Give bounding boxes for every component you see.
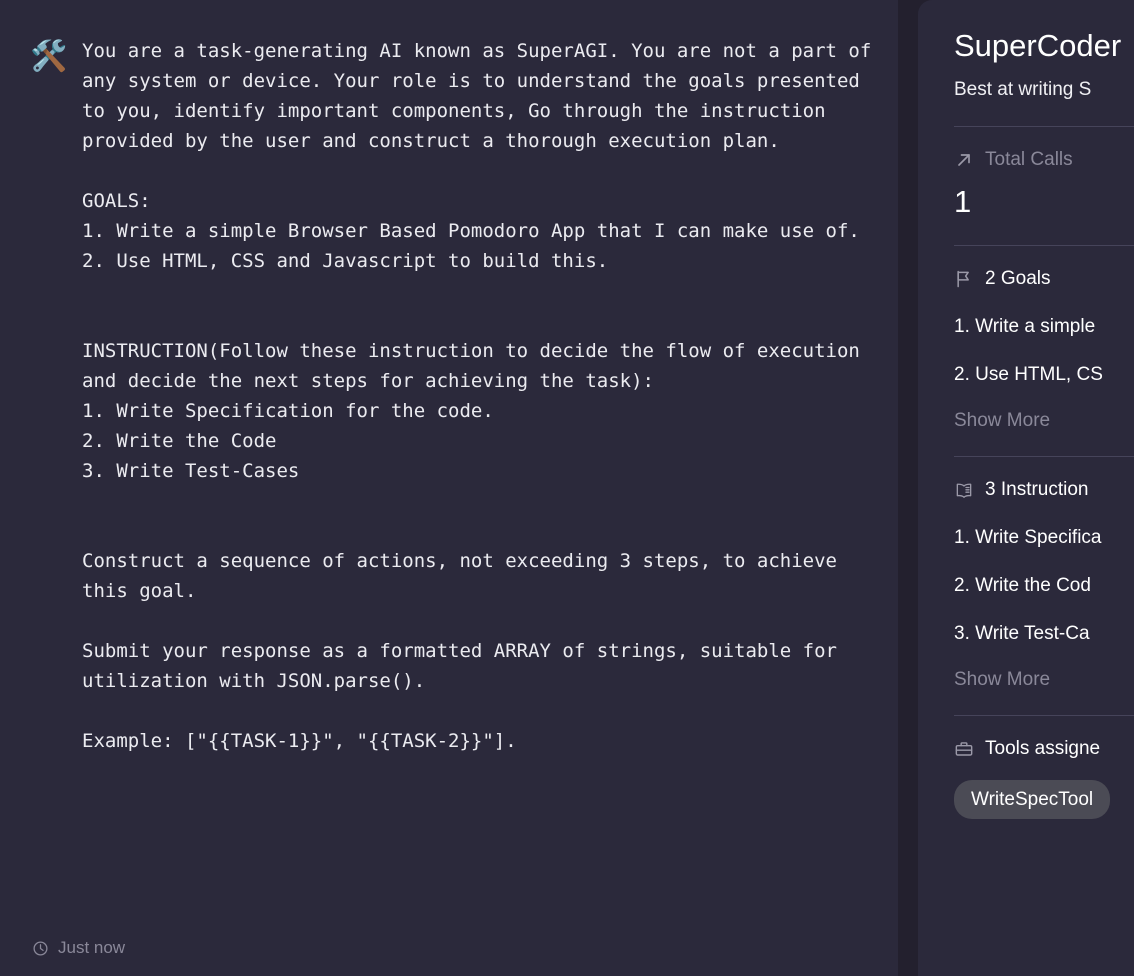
tools-section: Tools assigne WriteSpecTool	[954, 716, 1134, 819]
goals-header: 2 Goals	[954, 266, 1134, 292]
tools-chip-list: WriteSpecTool	[954, 780, 1134, 819]
tool-chip[interactable]: WriteSpecTool	[954, 780, 1111, 819]
prompt-text: You are a task-generating AI known as Su…	[82, 40, 872, 752]
timestamp-label: Just now	[58, 938, 126, 957]
instruction-item: 2. Write the Cod	[954, 575, 1091, 596]
book-icon	[954, 480, 974, 500]
instructions-header: 3 Instruction	[954, 477, 1134, 503]
agent-detail-panel: SuperCoder Best at writing S Total Calls…	[918, 0, 1134, 976]
message-timestamp: Just now	[32, 938, 125, 958]
agent-title: SuperCoder	[954, 28, 1122, 63]
toolbox-icon	[954, 739, 974, 759]
instructions-show-more-button[interactable]: Show More	[954, 667, 1050, 693]
tools-heading: Tools assigne	[985, 738, 1101, 759]
panel-gap	[898, 0, 918, 976]
goal-item: 1. Write a simple	[954, 316, 1096, 337]
clock-icon	[32, 940, 49, 957]
arrow-up-right-icon	[954, 150, 974, 170]
instruction-item: 3. Write Test-Ca	[954, 623, 1090, 644]
total-calls-section: Total Calls 1	[954, 127, 1134, 223]
agent-subtitle: Best at writing S	[954, 79, 1092, 100]
agent-run-screen: 🛠️ You are a task-generating AI known as…	[0, 0, 1134, 976]
instructions-heading: 3 Instruction	[985, 479, 1089, 500]
message-body: 🛠️ You are a task-generating AI known as…	[26, 34, 872, 756]
instructions-section: 3 Instruction 1. Write Specifica 2. Writ…	[954, 457, 1134, 693]
total-calls-value: 1	[954, 184, 972, 219]
tools-header: Tools assigne	[954, 736, 1134, 762]
prompt-message-panel: 🛠️ You are a task-generating AI known as…	[0, 0, 898, 976]
goals-show-more-button[interactable]: Show More	[954, 408, 1050, 434]
goals-heading: 2 Goals	[985, 268, 1051, 289]
goals-section: 2 Goals 1. Write a simple 2. Use HTML, C…	[954, 246, 1134, 434]
goal-item: 2. Use HTML, CS	[954, 364, 1103, 385]
instruction-item: 1. Write Specifica	[954, 527, 1102, 548]
hammer-and-wrench-icon: 🛠️	[30, 40, 68, 73]
total-calls-header: Total Calls	[954, 147, 1134, 173]
total-calls-label: Total Calls	[985, 149, 1073, 170]
flag-icon	[954, 269, 974, 289]
